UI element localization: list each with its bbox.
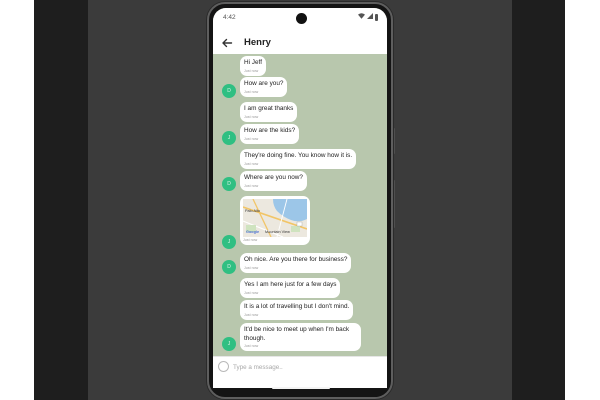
message-bubble: Yes I am here just for a few days Just n… [240,278,341,298]
phone-frame: 4:42 Henry Hi Jeff Just now D How are yo… [207,2,393,399]
map-label: Google [246,230,260,234]
message-bubble: Oh nice. Are you there for business? Jus… [240,253,352,273]
message-list[interactable]: Hi Jeff Just now D How are you? Just now… [213,54,387,356]
avatar[interactable]: J [222,131,236,145]
message-text: Hi Jeff [244,59,262,66]
status-bar: 4:42 [213,8,387,30]
battery-icon [375,13,378,21]
home-indicator[interactable] [272,387,330,389]
message-text: They're doing fine. You know how it is. [244,152,353,159]
message-time: Just now [244,265,259,270]
chat-title: Henry [244,37,271,48]
message-text: It is a lot of travelling but I don't mi… [244,303,350,310]
message-text: Oh nice. Are you there for business? [244,256,348,263]
avatar[interactable]: J [222,337,236,351]
message-text: It'd be nice to meet up when I'm back th… [244,326,350,342]
message-time: Just now [244,344,259,348]
message-time: Just now [244,89,259,94]
avatar[interactable]: J [222,235,236,249]
message-bubble: Hi Jeff Just now [240,56,266,76]
message-composer [213,356,387,376]
message-bubble: I am great thanks Just now [240,102,298,122]
signal-icon [367,13,373,21]
message-bubble: Where are you now? Just now [240,171,307,191]
map-label: Mountain View [265,230,290,234]
message-input[interactable] [233,361,379,373]
message-bubble: How are the kids? Just now [240,124,300,144]
map-message-bubble[interactable]: Palo Alto Google Mountain View Just now [240,196,310,245]
message-text: I am great thanks [244,105,294,112]
message-time: Just now [244,68,259,73]
wifi-icon [358,13,365,21]
message-time: Just now [244,114,259,119]
message-time: Just now [243,238,258,242]
avatar[interactable]: D [222,260,236,274]
app-bar: Henry [213,30,387,54]
message-bubble: They're doing fine. You know how it is. … [240,149,357,169]
map-thumbnail[interactable]: Palo Alto Google Mountain View [243,199,307,237]
message-bubble: It is a lot of travelling but I don't mi… [240,300,354,320]
message-bubble: How are you? Just now [240,77,288,97]
message-bubble: It'd be nice to meet up when I'm back th… [240,323,361,351]
phone-screen: 4:42 Henry Hi Jeff Just now D How are yo… [213,8,387,388]
emoji-icon[interactable] [218,361,229,372]
message-time: Just now [244,290,259,295]
message-time: Just now [244,136,259,141]
message-text: Yes I am here just for a few days [244,281,337,288]
message-time: Just now [244,161,259,166]
message-text: How are you? [244,80,284,87]
message-text: Where are you now? [244,174,303,181]
map-label: Palo Alto [245,209,260,213]
status-icons [358,13,378,21]
camera-cutout [296,13,307,24]
status-time: 4:42 [223,14,236,21]
avatar[interactable]: D [222,84,236,98]
arrow-left-icon[interactable] [221,36,233,48]
message-text: How are the kids? [244,127,296,134]
message-time: Just now [244,312,259,317]
avatar[interactable]: D [222,177,236,191]
message-time: Just now [244,183,259,188]
